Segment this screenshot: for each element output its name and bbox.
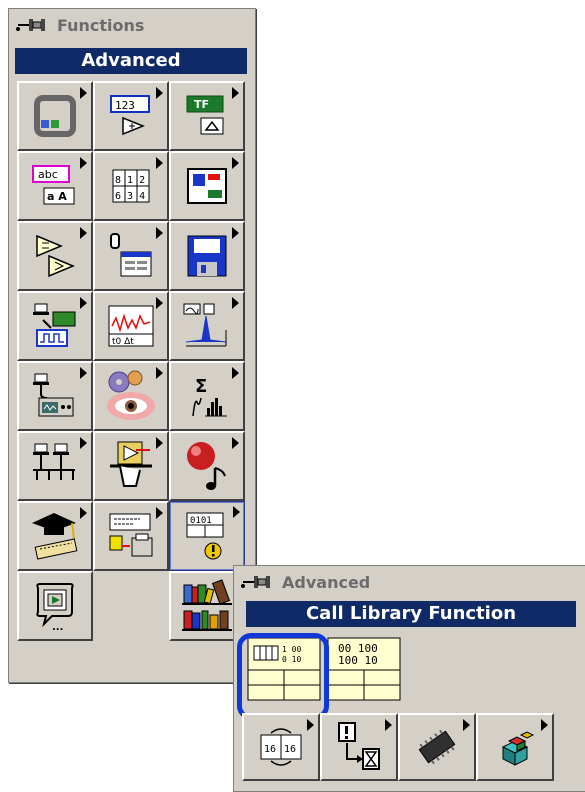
pushpin-icon[interactable] (15, 16, 55, 34)
memory-icon (418, 729, 456, 765)
mathematics-icon-text: Σ (195, 376, 207, 397)
call-library-function-icon: 1 00 0 10 (247, 637, 321, 701)
time-dialog-icon (110, 233, 152, 277)
advanced-tile[interactable]: 0101 (169, 501, 245, 571)
advanced-icon: 0101 (186, 512, 224, 560)
express-icon: ... (36, 583, 74, 632)
data-acquisition-icon (33, 303, 76, 347)
code-interface-node-icon: 00 100 100 10 (327, 637, 401, 701)
svg-text:0101: 0101 (190, 516, 212, 526)
motion-vision-tile[interactable] (93, 361, 169, 431)
advanced-palette: Advanced Call Library Function 1 00 0 10… (233, 565, 585, 792)
palette-subtitle: Advanced (15, 48, 247, 74)
functions-title[interactable]: Functions (15, 13, 144, 37)
mathematics-icon: Σ (192, 376, 227, 417)
string-icon: abc a A (32, 165, 75, 205)
waveform-icon: t0 Δt (108, 305, 154, 347)
functions-palette: Functions Advanced 123 TF abc a A 8 1 2 … (8, 8, 256, 683)
tutorial-tile[interactable] (17, 501, 93, 571)
svg-text:6 3 4: 6 3 4 (115, 191, 145, 202)
svg-text:16: 16 (284, 744, 296, 755)
data-acquisition-tile[interactable] (17, 291, 93, 361)
functions-grid: 123 TF abc a A 8 1 2 6 3 4 t0 Δt Σ 0101 … (17, 81, 245, 641)
activex-tile[interactable] (476, 713, 554, 781)
advanced-row-1: 1 00 0 10 00 100 100 10 (244, 636, 404, 702)
array-tile[interactable]: 8 1 2 6 3 4 (93, 151, 169, 221)
mathematics-tile[interactable]: Σ (169, 361, 245, 431)
string-icon-text: abc (38, 168, 58, 181)
file-io-icon (187, 235, 227, 277)
pushpin-icon[interactable] (240, 573, 280, 591)
data-manipulation-tile[interactable]: 16 16 (242, 713, 320, 781)
svg-text:0 10: 0 10 (282, 655, 301, 664)
memory-tile[interactable] (398, 713, 476, 781)
waveform-icon-text: t0 Δt (112, 337, 134, 347)
boolean-icon: TF (186, 95, 224, 135)
advanced-title[interactable]: Advanced (240, 570, 370, 594)
analyze-tile[interactable] (169, 291, 245, 361)
report-generation-tile[interactable] (93, 501, 169, 571)
communication-icon (33, 443, 75, 480)
numeric-icon: 123 (110, 95, 150, 136)
instrument-io-tile[interactable] (17, 361, 93, 431)
application-control-icon (110, 441, 152, 487)
file-io-tile[interactable] (169, 221, 245, 291)
synchronization-icon (338, 722, 380, 770)
palette-title-text: Functions (57, 15, 145, 35)
svg-text:100 10: 100 10 (338, 654, 378, 667)
numeric-tile[interactable]: 123 (93, 81, 169, 151)
svg-text:8 1 2: 8 1 2 (115, 175, 145, 186)
synchronization-tile[interactable] (320, 713, 398, 781)
svg-text:1 00: 1 00 (282, 645, 301, 654)
boolean-tile[interactable]: TF (169, 81, 245, 151)
graphics-sound-icon (187, 442, 226, 490)
numeric-icon-text: 123 (115, 99, 135, 112)
palette-subtitle: Call Library Function (246, 601, 576, 627)
user-libraries-icon (182, 579, 232, 631)
vi-structure-tile[interactable] (17, 81, 93, 151)
svg-text:...: ... (52, 622, 63, 632)
time-dialog-tile[interactable] (93, 221, 169, 291)
comparison-tile[interactable] (17, 221, 93, 291)
instrument-io-icon (33, 373, 74, 417)
express-tile[interactable]: ... (17, 571, 93, 641)
svg-text:a A: a A (47, 190, 67, 203)
cluster-tile[interactable] (169, 151, 245, 221)
data-manipulation-icon: 16 16 (260, 728, 302, 766)
waveform-tile[interactable]: t0 Δt (93, 291, 169, 361)
cluster-icon (187, 168, 227, 204)
comparison-icon (36, 234, 75, 278)
call-library-function-tile[interactable]: 1 00 0 10 (244, 636, 324, 702)
boolean-icon-text: TF (194, 98, 209, 111)
empty-slot (93, 571, 169, 641)
application-control-tile[interactable] (93, 431, 169, 501)
array-icon: 8 1 2 6 3 4 (112, 169, 150, 203)
communication-tile[interactable] (17, 431, 93, 501)
svg-text:16: 16 (264, 744, 276, 755)
motion-vision-icon (107, 370, 155, 420)
tutorial-icon (32, 513, 78, 560)
palette-title-text: Advanced (282, 572, 371, 592)
string-tile[interactable]: abc a A (17, 151, 93, 221)
code-interface-node-tile[interactable]: 00 100 100 10 (324, 636, 404, 702)
vi-structure-icon (34, 95, 76, 137)
graphics-sound-tile[interactable] (169, 431, 245, 501)
activex-icon (501, 731, 535, 766)
report-generation-icon (109, 513, 153, 557)
analyze-icon (183, 303, 227, 347)
advanced-row-2: 16 16 (242, 713, 554, 781)
